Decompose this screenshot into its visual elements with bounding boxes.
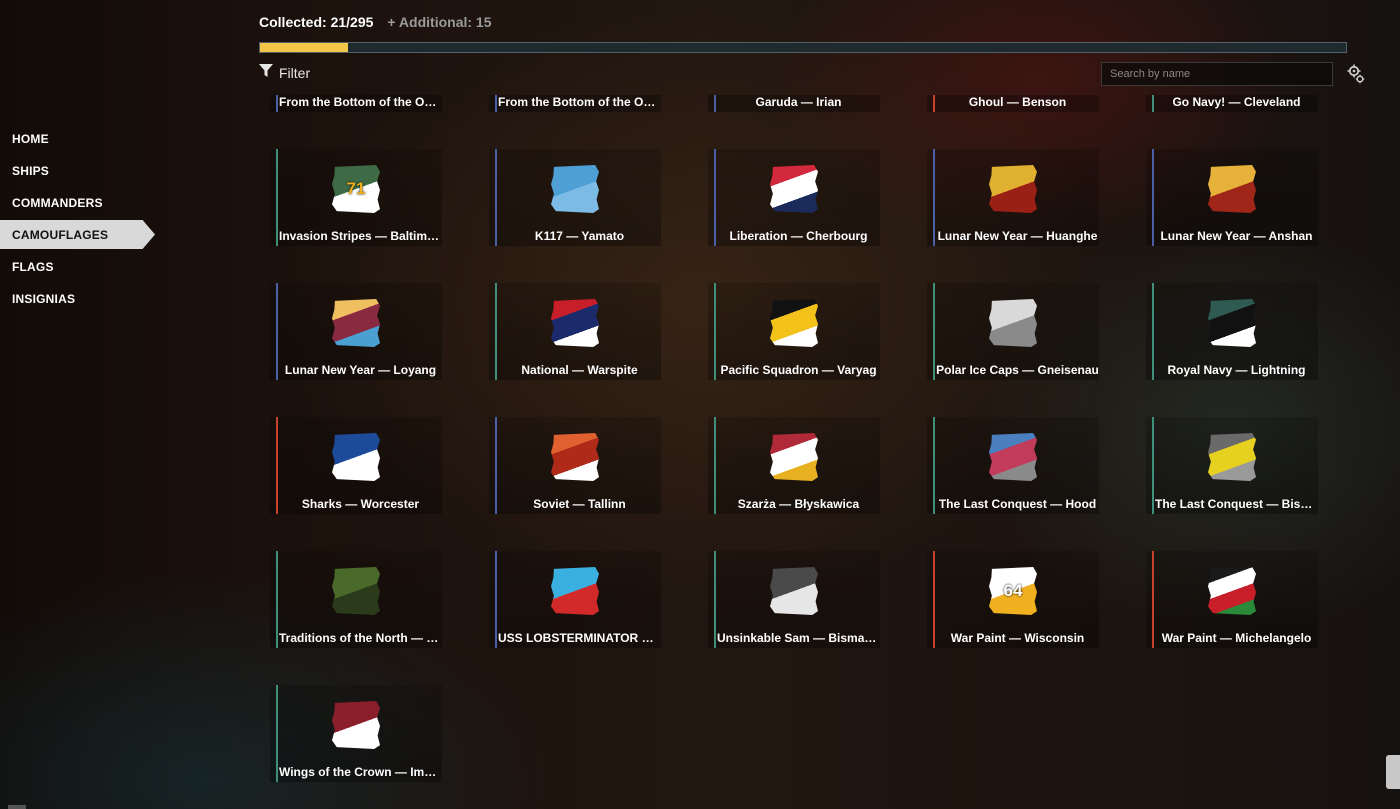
camouflage-card-label: Unsinkable Sam — Bismarck	[717, 631, 880, 645]
bottom-indicator	[8, 805, 26, 809]
camouflage-patch-icon	[1208, 567, 1256, 615]
camouflage-card[interactable]: Traditions of the North — Vä...	[270, 551, 442, 648]
camouflage-patch-icon	[551, 433, 599, 481]
camouflage-card[interactable]: 64 War Paint — Wisconsin	[927, 551, 1099, 648]
nav-item-ships[interactable]: SHIPS	[0, 156, 170, 185]
camouflage-patch-icon: 71	[332, 165, 380, 213]
camouflage-card-label: Szarża — Błyskawica	[737, 497, 860, 511]
sidebar-nav: HOME SHIPS COMMANDERS CAMOUFLAGES FLAGS …	[0, 124, 170, 316]
camouflage-patch-icon	[989, 165, 1037, 213]
camouflage-patch-icon	[1208, 433, 1256, 481]
nav-item-commanders[interactable]: COMMANDERS	[0, 188, 170, 217]
camouflage-card-label: From the Bottom of the Ocea...	[498, 95, 661, 109]
camouflage-card[interactable]: Polar Ice Caps — Gneisenau	[927, 283, 1099, 380]
camouflage-card[interactable]: Royal Navy — Lightning	[1146, 283, 1318, 380]
camouflage-patch-icon	[1208, 299, 1256, 347]
camouflage-card[interactable]: 71 Invasion Stripes — Baltimore	[270, 149, 442, 246]
camouflage-card-label: Liberation — Cherbourg	[729, 229, 868, 243]
camouflage-patch-icon	[332, 299, 380, 347]
camouflage-patch-icon	[770, 299, 818, 347]
camouflage-card-label: War Paint — Wisconsin	[950, 631, 1085, 645]
camouflage-patch-icon	[1208, 165, 1256, 213]
camouflage-patch-icon	[332, 701, 380, 749]
camouflage-patch-number: 64	[1003, 581, 1023, 600]
camouflage-card[interactable]: Liberation — Cherbourg	[708, 149, 880, 246]
camouflage-patch-icon	[770, 165, 818, 213]
camouflage-patch-icon	[551, 299, 599, 347]
camouflage-card[interactable]: The Last Conquest — Bismar...	[1146, 417, 1318, 514]
camouflage-card[interactable]: From the Bottom of the Ocea...	[270, 95, 442, 112]
settings-button[interactable]	[1347, 64, 1365, 84]
camouflage-patch-icon	[551, 567, 599, 615]
camouflage-card[interactable]: Pacific Squadron — Varyag	[708, 283, 880, 380]
camouflage-card-label: Go Navy! — Cleveland	[1172, 95, 1301, 109]
collection-progress-fill	[260, 43, 348, 52]
camouflage-card-label: USS LOBSTERMINATOR — N...	[498, 631, 661, 645]
camouflage-patch-icon	[989, 433, 1037, 481]
camouflage-card[interactable]: Garuda — Irian	[708, 95, 880, 112]
nav-item-camouflages[interactable]: CAMOUFLAGES	[0, 220, 155, 249]
camouflage-card[interactable]: K117 — Yamato	[489, 149, 661, 246]
camouflage-card-label: Lunar New Year — Huanghe	[937, 229, 1098, 243]
camouflage-card-label: Soviet — Tallinn	[533, 497, 626, 511]
camouflage-card-label: Pacific Squadron — Varyag	[720, 363, 877, 377]
camouflage-card-label: Traditions of the North — Vä...	[279, 631, 442, 645]
camouflage-card[interactable]: Go Navy! — Cleveland	[1146, 95, 1318, 112]
collection-counts: Collected: 21/295 + Additional: 15	[259, 12, 1349, 32]
funnel-icon	[259, 64, 273, 81]
camouflage-card[interactable]: The Last Conquest — Hood	[927, 417, 1099, 514]
camouflage-card[interactable]: USS LOBSTERMINATOR — N...	[489, 551, 661, 648]
camouflage-card-label: K117 — Yamato	[534, 229, 625, 243]
camouflage-card-label: Lunar New Year — Loyang	[284, 363, 437, 377]
additional-count: + Additional: 15	[387, 14, 492, 30]
camouflage-card-label: Ghoul — Benson	[968, 95, 1067, 109]
collection-header: Collected: 21/295 + Additional: 15 Filte…	[259, 12, 1365, 86]
collected-count: Collected: 21/295	[259, 14, 374, 30]
collection-progress-bar	[259, 42, 1347, 53]
camouflage-card[interactable]: War Paint — Michelangelo	[1146, 551, 1318, 648]
camouflage-patch-icon	[989, 299, 1037, 347]
camouflage-card-label: Invasion Stripes — Baltimore	[279, 229, 442, 243]
camouflage-card[interactable]: Unsinkable Sam — Bismarck	[708, 551, 880, 648]
nav-item-flags[interactable]: FLAGS	[0, 252, 170, 281]
camouflage-patch-icon	[332, 567, 380, 615]
camouflage-card[interactable]: From the Bottom of the Ocea...	[489, 95, 661, 112]
camouflage-card-label: The Last Conquest — Bismar...	[1155, 497, 1318, 511]
camouflage-card-label: Sharks — Worcester	[301, 497, 420, 511]
nav-item-insignias[interactable]: INSIGNIAS	[0, 284, 170, 313]
camouflage-card-label: Garuda — Irian	[755, 95, 842, 109]
camouflage-card[interactable]: Soviet — Tallinn	[489, 417, 661, 514]
camouflage-card-label: Wings of the Crown — Impla...	[279, 765, 442, 779]
camouflage-grid: From the Bottom of the Ocea... From the B…	[270, 95, 1318, 782]
camouflage-patch-icon	[551, 165, 599, 213]
camouflage-card[interactable]: Ghoul — Benson	[927, 95, 1099, 112]
filter-label: Filter	[279, 64, 311, 81]
camouflage-patch-icon	[770, 567, 818, 615]
camouflage-card-label: Lunar New Year — Anshan	[1160, 229, 1313, 243]
camouflage-card[interactable]: Lunar New Year — Loyang	[270, 283, 442, 380]
camouflage-card-label: War Paint — Michelangelo	[1161, 631, 1312, 645]
nav-item-home[interactable]: HOME	[0, 124, 170, 153]
camouflage-card-label: From the Bottom of the Ocea...	[279, 95, 442, 109]
camouflage-card-label: The Last Conquest — Hood	[938, 497, 1097, 511]
camouflage-patch-icon	[770, 433, 818, 481]
camouflage-card[interactable]: Szarża — Błyskawica	[708, 417, 880, 514]
camouflage-card[interactable]: Sharks — Worcester	[270, 417, 442, 514]
camouflage-patch-icon: 64	[989, 567, 1037, 615]
camouflage-patch-number: 71	[346, 179, 366, 198]
camouflage-card-label: Royal Navy — Lightning	[1167, 363, 1306, 377]
filter-button[interactable]: Filter	[259, 64, 310, 81]
side-panel-handle[interactable]	[1386, 755, 1400, 789]
camouflage-card-label: National — Warspite	[521, 363, 638, 377]
camouflage-card[interactable]: National — Warspite	[489, 283, 661, 380]
search-input[interactable]	[1101, 62, 1333, 86]
camouflage-patch-icon	[332, 433, 380, 481]
camouflage-card[interactable]: Wings of the Crown — Impla...	[270, 685, 442, 782]
camouflage-card[interactable]: Lunar New Year — Anshan	[1146, 149, 1318, 246]
gears-icon	[1347, 64, 1365, 88]
filter-row: Filter	[259, 62, 1369, 88]
camouflage-grid-viewport[interactable]: From the Bottom of the Ocea... From the B…	[270, 95, 1380, 809]
camouflage-card[interactable]: Lunar New Year — Huanghe	[927, 149, 1099, 246]
camouflage-card-label: Polar Ice Caps — Gneisenau	[936, 363, 1099, 377]
